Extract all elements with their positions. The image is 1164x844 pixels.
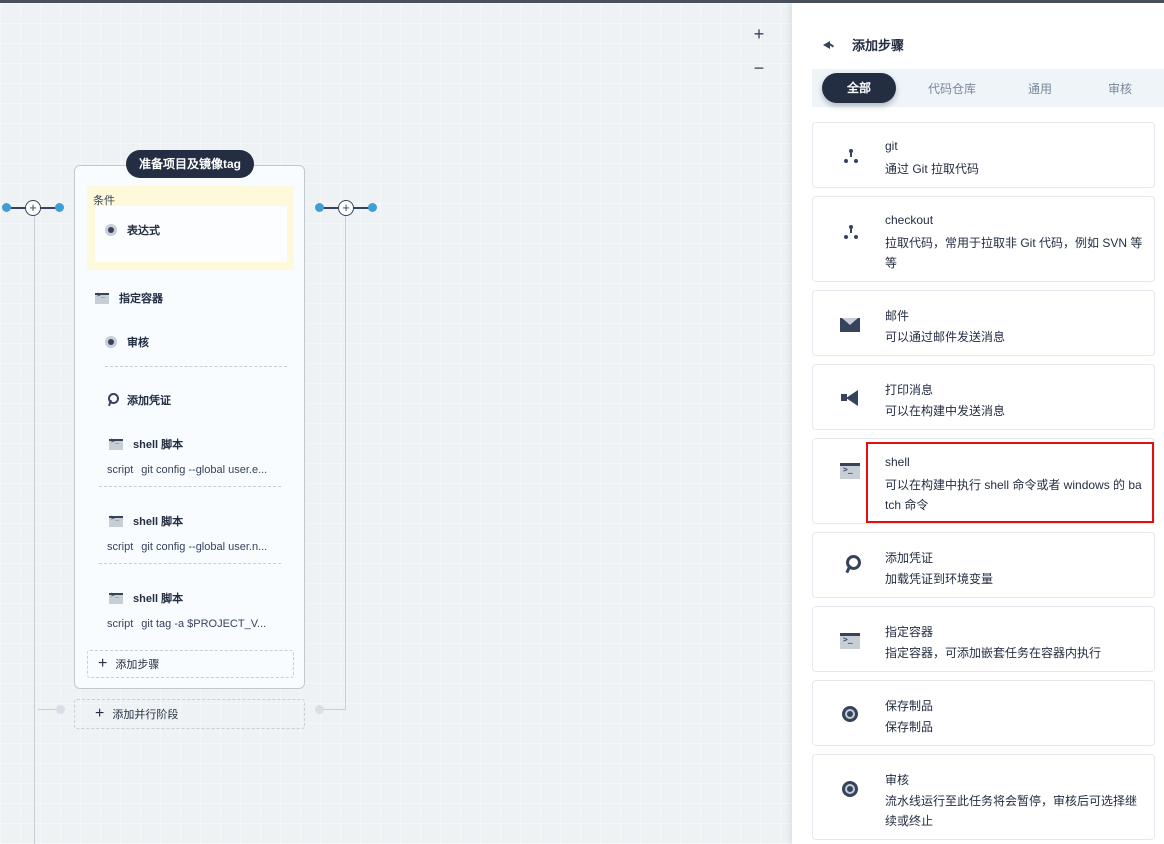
step-card-archive[interactable]: 保存制品 保存制品 — [812, 680, 1155, 746]
add-parallel-stage-button[interactable]: + 添加并行阶段 — [74, 699, 305, 729]
tab-code-repo[interactable]: 代码仓库 — [928, 80, 976, 97]
megaphone-icon — [841, 390, 859, 406]
panel-header: 添加步骤 — [822, 35, 904, 54]
right-connector-line — [345, 215, 346, 710]
git-branch-icon — [844, 225, 858, 239]
script-value: git tag -a $PROJECT_V... — [141, 618, 267, 630]
divider — [99, 486, 281, 487]
zoom-in-button[interactable]: + — [750, 25, 768, 43]
pipeline-canvas: + − + + 条件 表达式 指定容器 审核 — [0, 3, 792, 844]
step-label: 添加凭证 — [127, 395, 171, 407]
step-card-git[interactable]: git 通过 Git 拉取代码 — [812, 122, 1155, 188]
script-key: script — [107, 464, 134, 476]
card-title: 审核 — [885, 773, 910, 787]
right-branch-line — [324, 709, 346, 710]
plus-icon: + — [95, 705, 105, 722]
panel-title: 添加步骤 — [852, 38, 905, 53]
left-branch-dot — [56, 705, 65, 714]
card-title: 保存制品 — [885, 699, 934, 713]
left-link-dot-end — [55, 203, 64, 212]
terminal-icon — [95, 292, 109, 304]
shell-step-label: shell 脚本 — [133, 439, 184, 451]
target-icon — [842, 781, 858, 797]
target-icon — [105, 224, 117, 236]
tab-general[interactable]: 通用 — [1028, 80, 1052, 97]
step-label: 指定容器 — [119, 293, 163, 305]
card-desc: 拉取代码，常用于拉取非 Git 代码，例如 SVN 等等 — [885, 236, 1143, 270]
stage-card[interactable]: 条件 表达式 指定容器 审核 添加凭证 shell 脚本 scr — [74, 165, 305, 689]
step-add-credential[interactable]: 添加凭证 — [105, 392, 171, 408]
zoom-out-button[interactable]: − — [750, 59, 768, 77]
add-step-panel: 添加步骤 全部 代码仓库 通用 审核 git 通过 Git 拉取代码 check… — [792, 3, 1164, 844]
add-parallel-label: 添加并行阶段 — [112, 709, 179, 721]
card-title: checkout — [885, 213, 934, 227]
condition-expression-label: 表达式 — [127, 225, 160, 237]
script-key: script — [107, 618, 134, 630]
step-card-container[interactable]: 指定容器 指定容器，可添加嵌套任务在容器内执行 — [812, 606, 1155, 672]
step-card-mail[interactable]: 邮件 可以通过邮件发送消息 — [812, 290, 1155, 356]
shell-step-2[interactable]: shell 脚本 — [109, 513, 183, 529]
script-value: git config --global user.e... — [141, 464, 268, 476]
right-link-dot-start — [315, 203, 324, 212]
step-label: 审核 — [127, 337, 149, 349]
shell-step-1[interactable]: shell 脚本 — [109, 436, 183, 452]
step-card-credential[interactable]: 添加凭证 加载凭证到环境变量 — [812, 532, 1155, 598]
card-desc: 可以在构建中发送消息 — [885, 404, 1006, 418]
stage-title[interactable]: 准备项目及镜像tag — [126, 150, 254, 178]
step-category-tabs: 全部 代码仓库 通用 审核 — [812, 69, 1164, 107]
key-icon — [842, 555, 861, 575]
git-branch-icon — [844, 149, 858, 163]
terminal-icon — [840, 633, 860, 649]
card-desc: 保存制品 — [885, 720, 934, 734]
card-title: 打印消息 — [885, 383, 934, 397]
add-stage-before-button[interactable]: + — [25, 200, 41, 216]
back-arrow-icon[interactable] — [822, 38, 836, 52]
card-title: 指定容器 — [885, 625, 934, 639]
script-key: script — [107, 541, 134, 553]
left-connector-line — [34, 215, 35, 844]
tab-review[interactable]: 审核 — [1108, 80, 1132, 97]
step-card-checkout[interactable]: checkout 拉取代码，常用于拉取非 Git 代码，例如 SVN 等等 — [812, 196, 1155, 282]
script-value: git config --global user.n... — [141, 541, 268, 553]
terminal-icon — [840, 463, 860, 479]
shell-step-3[interactable]: shell 脚本 — [109, 590, 183, 606]
target-icon — [105, 336, 117, 348]
terminal-icon — [109, 438, 123, 450]
step-container[interactable]: 指定容器 — [95, 290, 163, 306]
card-desc: 流水线运行至此任务将会暂停，审核后可选择继续或终止 — [885, 794, 1138, 828]
tab-all[interactable]: 全部 — [822, 73, 896, 103]
card-desc: 可以通过邮件发送消息 — [885, 330, 1006, 344]
add-step-label: 添加步骤 — [115, 659, 160, 671]
divider — [99, 563, 281, 564]
right-link-dot-end — [368, 203, 377, 212]
condition-expression[interactable]: 表达式 — [95, 206, 287, 262]
card-desc: 通过 Git 拉取代码 — [885, 162, 980, 176]
card-title: git — [885, 139, 898, 153]
step-card-echo[interactable]: 打印消息 可以在构建中发送消息 — [812, 364, 1155, 430]
shell-step-label: shell 脚本 — [133, 593, 184, 605]
mail-icon — [840, 318, 860, 332]
terminal-icon — [109, 515, 123, 527]
add-step-button[interactable]: + 添加步骤 — [87, 650, 294, 678]
divider — [105, 366, 287, 367]
right-branch-dot — [315, 705, 324, 714]
shell-script-3: script git tag -a $PROJECT_V... — [107, 618, 266, 630]
target-icon — [842, 706, 858, 722]
plus-icon: + — [98, 655, 108, 672]
step-card-review[interactable]: 审核 流水线运行至此任务将会暂停，审核后可选择继续或终止 — [812, 754, 1155, 840]
add-stage-after-button[interactable]: + — [338, 200, 354, 216]
card-desc: 加载凭证到环境变量 — [885, 572, 994, 586]
left-link-dot-start — [2, 203, 11, 212]
card-desc: 指定容器，可添加嵌套任务在容器内执行 — [885, 646, 1102, 660]
shell-script-2: script git config --global user.n... — [107, 541, 267, 553]
shell-highlight-box — [866, 442, 1154, 523]
key-icon — [105, 393, 119, 407]
step-review[interactable]: 审核 — [105, 334, 149, 350]
card-title: 邮件 — [885, 309, 910, 323]
condition-box[interactable]: 条件 表达式 — [87, 186, 294, 270]
shell-step-label: shell 脚本 — [133, 516, 184, 528]
terminal-icon — [109, 592, 123, 604]
shell-script-1: script git config --global user.e... — [107, 464, 267, 476]
card-title: 添加凭证 — [885, 551, 934, 565]
